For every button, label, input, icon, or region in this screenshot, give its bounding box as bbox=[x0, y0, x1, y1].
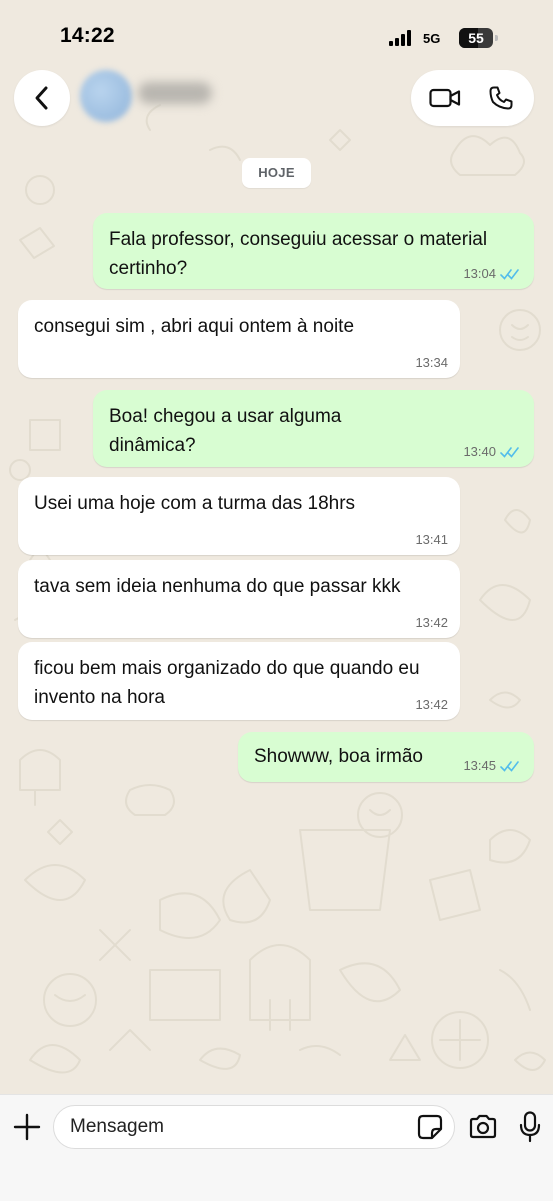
message-time: 13:45 bbox=[463, 758, 496, 773]
message-time: 13:42 bbox=[415, 697, 448, 712]
message-time: 13:41 bbox=[415, 532, 448, 547]
network-type: 5G bbox=[423, 31, 441, 46]
message-meta: 13:40 bbox=[463, 444, 522, 459]
voice-call-button[interactable] bbox=[483, 82, 519, 114]
sticker-button[interactable] bbox=[416, 1113, 444, 1141]
status-time: 14:22 bbox=[60, 24, 115, 47]
microphone-button[interactable] bbox=[515, 1108, 545, 1146]
plus-icon bbox=[13, 1113, 41, 1141]
message-time: 13:40 bbox=[463, 444, 496, 459]
message-meta: 13:42 bbox=[415, 615, 448, 630]
message-time: 13:34 bbox=[415, 355, 448, 370]
status-bar: 14:22 5G 55 bbox=[0, 0, 553, 70]
message-text: Usei uma hoje com a turma das 18hrs bbox=[34, 493, 356, 514]
message-bubble-incoming[interactable]: tava sem ideia nenhuma do que passar kkk… bbox=[18, 560, 460, 638]
battery-level: 55 bbox=[468, 30, 484, 46]
attach-button[interactable] bbox=[10, 1110, 44, 1144]
message-bubble-outgoing[interactable]: Showww, boa irmão 13:45 bbox=[238, 732, 534, 782]
message-time: 13:42 bbox=[415, 615, 448, 630]
message-meta: 13:41 bbox=[415, 532, 448, 547]
phone-icon bbox=[489, 86, 513, 110]
camera-icon bbox=[469, 1114, 497, 1139]
chevron-left-icon bbox=[35, 86, 48, 110]
microphone-icon bbox=[519, 1111, 541, 1143]
back-button[interactable] bbox=[14, 70, 70, 126]
video-camera-icon bbox=[429, 88, 461, 108]
message-bubble-outgoing[interactable]: Fala professor, conseguiu acessar o mate… bbox=[93, 213, 534, 289]
message-bubble-outgoing[interactable]: Boa! chegou a usar alguma dinâmica? 13:4… bbox=[93, 390, 534, 467]
message-text: Fala professor, conseguiu acessar o mate… bbox=[109, 229, 488, 279]
double-check-icon bbox=[500, 760, 519, 772]
message-bubble-incoming[interactable]: ficou bem mais organizado do que quando … bbox=[18, 642, 460, 720]
double-check-icon bbox=[500, 268, 519, 280]
sticker-icon bbox=[417, 1114, 443, 1140]
call-actions bbox=[411, 70, 534, 126]
message-text: Boa! chegou a usar alguma dinâmica? bbox=[109, 406, 342, 456]
message-text: ficou bem mais organizado do que quando … bbox=[34, 658, 420, 708]
message-bubble-incoming[interactable]: Usei uma hoje com a turma das 18hrs 13:4… bbox=[18, 477, 460, 555]
message-bubble-incoming[interactable]: consegui sim , abri aqui ontem à noite 1… bbox=[18, 300, 460, 378]
message-text: tava sem ideia nenhuma do que passar kkk bbox=[34, 576, 401, 597]
cellular-signal-icon bbox=[389, 30, 411, 46]
message-meta: 13:45 bbox=[463, 758, 522, 773]
message-meta: 13:42 bbox=[415, 697, 448, 712]
message-input[interactable]: Mensagem bbox=[53, 1105, 455, 1149]
date-separator: HOJE bbox=[242, 158, 311, 188]
message-time: 13:04 bbox=[463, 266, 496, 281]
contact-avatar[interactable] bbox=[80, 70, 132, 122]
camera-button[interactable] bbox=[466, 1110, 500, 1144]
message-input-placeholder: Mensagem bbox=[70, 1116, 164, 1137]
message-meta: 13:04 bbox=[463, 266, 522, 281]
double-check-icon bbox=[500, 446, 519, 458]
message-meta: 13:34 bbox=[415, 355, 448, 370]
message-text: consegui sim , abri aqui ontem à noite bbox=[34, 316, 355, 337]
video-call-button[interactable] bbox=[425, 82, 465, 114]
contact-name-redacted[interactable] bbox=[138, 82, 212, 104]
battery-icon: 55 bbox=[459, 28, 499, 48]
